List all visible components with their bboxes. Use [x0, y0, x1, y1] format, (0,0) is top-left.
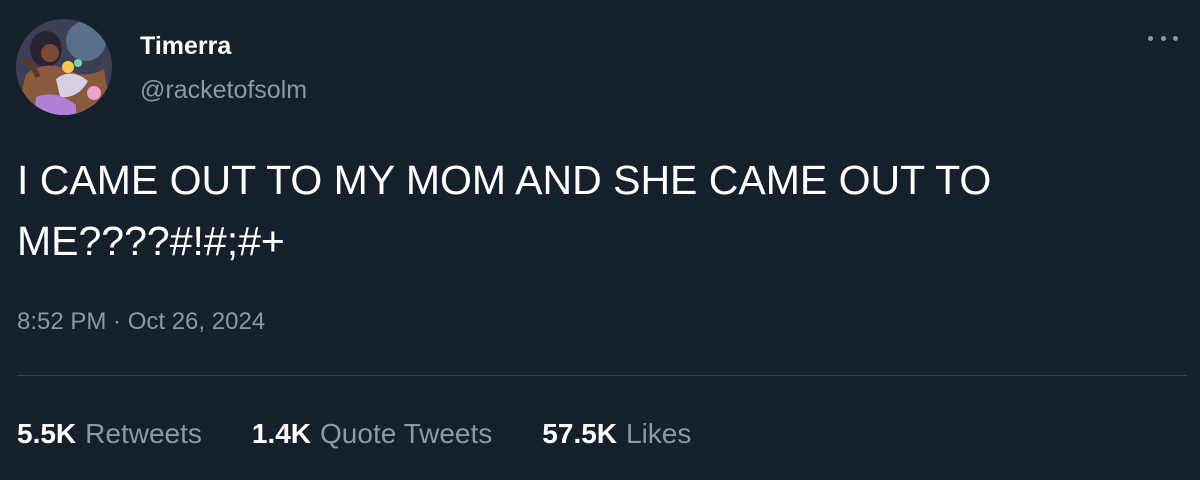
retweets-stat[interactable]: 5.5K Retweets [17, 418, 202, 450]
quote-tweets-count: 1.4K [251, 418, 312, 449]
retweets-label: Retweets [85, 418, 202, 449]
likes-label: Likes [626, 418, 692, 449]
engagement-stats: 5.5K Retweets 1.4K Quote Tweets 57.5K Li… [17, 416, 741, 452]
tweet-text: I CAME OUT TO MY MOM AND SHE CAME OUT TO… [17, 157, 992, 264]
more-horizontal-icon-dot [1160, 35, 1166, 41]
avatar-illustration [16, 19, 112, 115]
divider [17, 375, 1187, 376]
tweet-card: Timerra @racketofsolm I CAME OUT TO MY M… [0, 0, 1200, 480]
quote-tweets-label: Quote Tweets [320, 418, 493, 449]
more-horizontal-icon-dot [1173, 35, 1178, 41]
user-handle[interactable]: @racketofsolm [140, 74, 307, 106]
more-options-button[interactable] [1148, 28, 1178, 48]
retweets-count: 5.5K [17, 418, 77, 449]
tweet-timestamp[interactable]: 8:52 PM · Oct 26, 2024 [17, 306, 265, 338]
display-name[interactable]: Timerra [140, 30, 231, 62]
more-horizontal-icon [1148, 35, 1153, 41]
avatar[interactable] [16, 19, 112, 115]
quote-tweets-stat[interactable]: 1.4K Quote Tweets [252, 418, 492, 450]
likes-count: 57.5K [542, 418, 618, 449]
likes-stat[interactable]: 57.5K Likes [542, 418, 691, 450]
